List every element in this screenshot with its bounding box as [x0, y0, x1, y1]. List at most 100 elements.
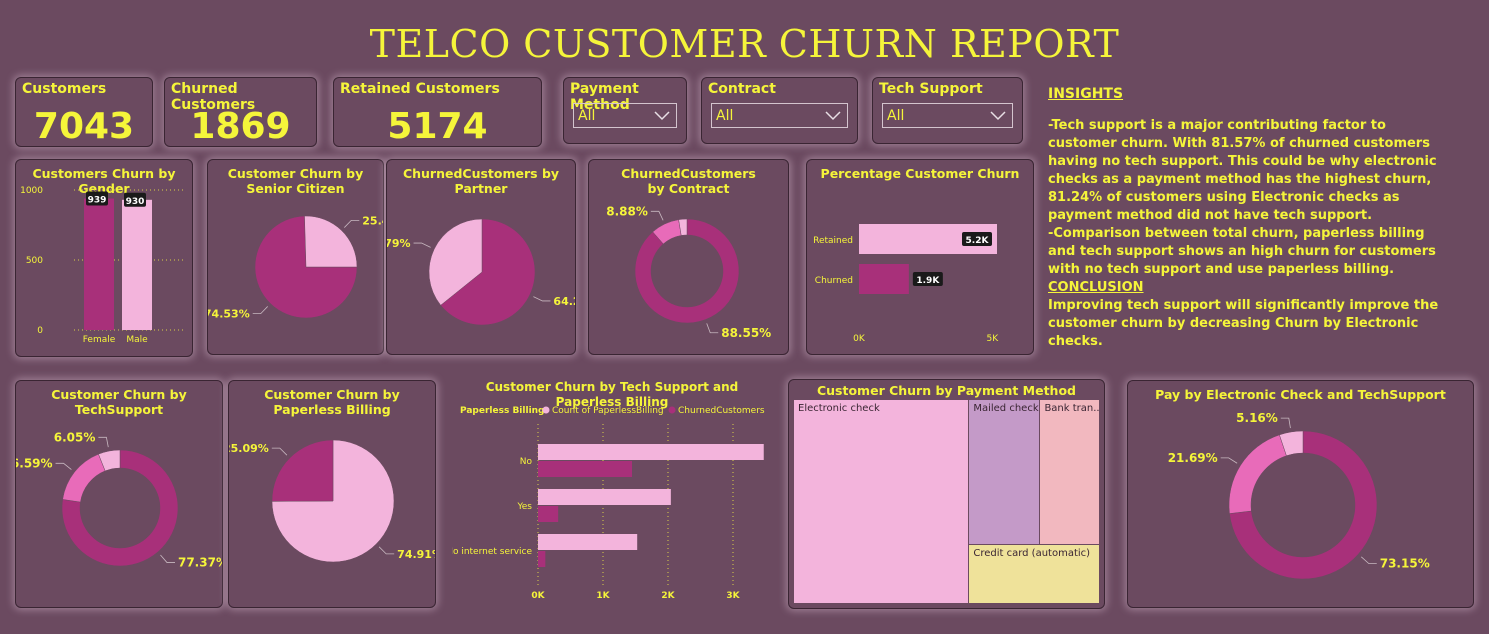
tech-paperless-xtick-3: 3K [726, 591, 740, 601]
gender-label-1: 930 [126, 197, 145, 207]
payment-treemap-card: Customer Churn by Payment Method Electro… [788, 379, 1105, 609]
gender-xtick-0: Female [83, 335, 116, 345]
gender-bar-chart: 0 500 1000 939 Female 930 Male [20, 186, 184, 345]
percentage-label-0: 5.2K [966, 236, 990, 246]
payment-method-dropdown[interactable]: All [573, 103, 677, 128]
partner-label-1: 35.79% [387, 237, 411, 250]
tech-paperless-xtick-2: 2K [661, 591, 675, 601]
contract-leader-1 [650, 210, 664, 221]
contract-slicer: Contract All [701, 77, 858, 144]
percentage-xtick-1: 5K [987, 334, 1000, 344]
contract-slicer-label: Contract [708, 81, 776, 97]
senior-slice-1[interactable] [304, 215, 358, 268]
percentage-xtick-0: 0K [853, 334, 866, 344]
treemap-tile-1[interactable]: Mailed check [969, 400, 1041, 545]
tech-paperless-chart-area: Customer Churn by Tech Support and Paper… [452, 378, 772, 608]
insights-paragraph-2: -Comparison between total churn, paperle… [1048, 226, 1436, 277]
report-title: TELCO CUSTOMER CHURN REPORT [369, 22, 1120, 66]
echeck-leader-1 [1220, 457, 1238, 464]
partner-leader-0 [533, 296, 551, 302]
senior-leader-1 [344, 219, 360, 228]
senior-chart-title: Customer Churn by Senior Citizen [227, 166, 364, 196]
tech-paperless-bar-1-1[interactable] [538, 506, 559, 522]
echeck-chart-title: Pay by Electronic Check and TechSupport [1155, 387, 1446, 402]
insights-panel: INSIGHTS -Tech support is a major contri… [1048, 85, 1448, 351]
kpi-customers-card: Customers 7043 [15, 77, 153, 147]
partner-leader-1 [413, 242, 431, 248]
gender-bar-1[interactable] [122, 199, 152, 330]
tech-paperless-legend-0: Count of PaperlessBilling [552, 406, 664, 416]
percentage-bar-chart: Retained 5.2K Churned 1.9K 0K 5K [813, 224, 1000, 344]
techsupport-donut-chart: 77.37% 16.59%6.05% [16, 430, 222, 569]
percentage-ytick-0: Retained [813, 236, 853, 246]
tech-paperless-bar-2-1[interactable] [538, 551, 546, 567]
tech-paperless-bar-0-1[interactable] [538, 461, 632, 477]
techsupport-slice-1[interactable] [62, 453, 106, 503]
techsupport-label-1: 16.59% [16, 456, 53, 470]
paperless-leader-0 [378, 546, 395, 555]
payment-method-slicer: Payment Method All [563, 77, 687, 144]
treemap-tile-2[interactable]: Bank tran... [1040, 400, 1100, 545]
treemap-tile-0[interactable]: Electronic check [794, 400, 970, 604]
insights-heading: INSIGHTS [1048, 86, 1124, 102]
contract-dropdown-value: All [716, 108, 734, 124]
kpi-customers-value: 7043 [33, 106, 135, 147]
techsupport-chart-card: Customer Churn by TechSupport 77.37%16.5… [15, 380, 223, 608]
tech-paperless-bar-2-0[interactable] [538, 534, 638, 550]
contract-label-1: 8.88% [606, 204, 648, 218]
techsupport-leader-2 [98, 436, 109, 448]
chevron-down-icon [654, 111, 670, 121]
kpi-retained-value: 5174 [387, 106, 488, 147]
chevron-down-icon [990, 111, 1006, 121]
echeck-label-2: 5.16% [1236, 411, 1278, 425]
tech-paperless-bar-0-0[interactable] [538, 444, 764, 460]
gender-bar-0[interactable] [84, 198, 114, 330]
percentage-chart-title: Percentage Customer Churn [820, 166, 1020, 181]
tech-support-dropdown-value: All [887, 108, 905, 124]
echeck-leader-0 [1360, 556, 1377, 564]
tech-paperless-ytick-0: No [520, 457, 533, 467]
paperless-chart-card: Customer Churn by Paperless Billing 74.9… [228, 380, 436, 608]
payment-treemap-title: Customer Churn by Payment Method [816, 383, 1076, 398]
kpi-retained-label: Retained Customers [340, 81, 500, 97]
tech-paperless-bar-1-0[interactable] [538, 489, 671, 505]
contract-donut-chart: 88.55% 8.88% [606, 204, 771, 340]
senior-label-1: 25.47% [362, 214, 383, 227]
contract-dropdown[interactable]: All [711, 103, 848, 128]
partner-pie-chart: 64.21% 35.79% [387, 218, 575, 326]
tech-paperless-legend-marker-1 [668, 406, 676, 414]
partner-chart-card: ChurnedCustomers by Partner 64.21%35.79% [386, 159, 576, 355]
insights-paragraph-1: -Tech support is a major contributing fa… [1048, 118, 1437, 223]
tech-paperless-xtick-0: 0K [531, 591, 545, 601]
contract-chart-title: ChurnedCustomers by Contract [621, 166, 756, 196]
gender-chart-card: Customers Churn by Gender 0 500 1000 939 Fem… [15, 159, 193, 357]
conclusion-heading: CONCLUSION [1048, 280, 1144, 295]
percentage-ytick-1: Churned [815, 276, 853, 286]
techsupport-leader-1 [55, 462, 72, 470]
gender-ytick-2: 1000 [20, 186, 43, 196]
echeck-leader-2 [1280, 417, 1291, 429]
contract-chart-card: ChurnedCustomers by Contract 88.55% 8.88% [588, 159, 789, 355]
tech-support-dropdown[interactable]: All [882, 103, 1013, 128]
paperless-chart-title: Customer Churn by Paperless Billing [264, 387, 400, 417]
senior-pie-chart: 74.53% 25.47% [208, 214, 383, 321]
techsupport-label-2: 6.05% [54, 430, 96, 444]
gender-xtick-1: Male [126, 335, 148, 345]
senior-leader-0 [252, 306, 268, 315]
tech-support-slicer-label: Tech Support [879, 81, 983, 97]
kpi-customers-label: Customers [22, 81, 107, 97]
tech-paperless-legend-1: ChurnedCustomers [678, 406, 765, 416]
payment-treemap: Electronic check Mailed check Bank tran...… [794, 400, 1100, 604]
tech-paperless-xtick-1: 1K [596, 591, 610, 601]
chevron-down-icon [825, 111, 841, 121]
contract-label-0: 88.55% [721, 326, 771, 340]
treemap-tile-3[interactable]: Credit card (automatic) [969, 544, 1100, 604]
senior-label-0: 74.53% [208, 308, 250, 321]
kpi-churned-card: Churned Customers 1869 [164, 77, 317, 147]
echeck-slice-1[interactable] [1228, 434, 1287, 514]
percentage-bar-1[interactable] [859, 264, 909, 294]
paperless-pie-chart: 74.91% 25.09% [229, 439, 435, 563]
senior-chart-card: Customer Churn by Senior Citizen 74.53% 2… [207, 159, 384, 355]
echeck-donut-chart: 73.15% 21.69% 5.16% [1168, 411, 1430, 580]
tech-support-slicer: Tech Support All [872, 77, 1023, 144]
